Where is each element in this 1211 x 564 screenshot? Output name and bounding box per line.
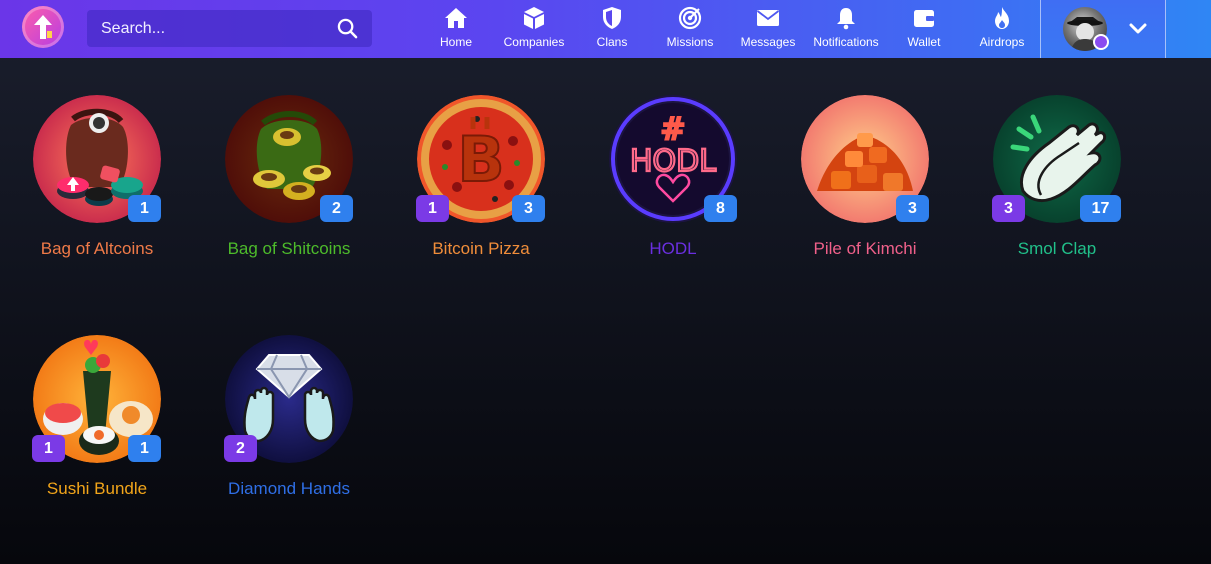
wallet-icon bbox=[914, 10, 934, 27]
badge-name: Pile of Kimchi bbox=[813, 239, 917, 258]
flame-icon bbox=[995, 7, 1009, 29]
svg-text:B: B bbox=[457, 123, 504, 196]
badge-count: 3 bbox=[896, 195, 929, 222]
badge-card[interactable]: 3 Pile of Kimchi bbox=[768, 58, 960, 278]
nav-clans[interactable]: Clans bbox=[572, 0, 652, 58]
badge-card[interactable]: B 1 3 Bitcoin Pizza bbox=[384, 58, 576, 278]
badge-name: HODL bbox=[649, 239, 697, 258]
badge-name: Bitcoin Pizza bbox=[432, 239, 530, 258]
badge-count: 2 bbox=[320, 195, 353, 222]
nav-notifications[interactable]: Notifications bbox=[806, 0, 886, 58]
home-icon bbox=[445, 8, 467, 28]
badge-name: Smol Clap bbox=[1017, 239, 1097, 258]
nav-wallet[interactable]: Wallet bbox=[884, 0, 964, 58]
badge-count-secondary: 3 bbox=[992, 195, 1025, 222]
shield-icon bbox=[603, 7, 621, 29]
badge-count: 17 bbox=[1080, 195, 1121, 222]
search-input[interactable] bbox=[87, 10, 327, 47]
search-icon[interactable] bbox=[337, 18, 358, 39]
badge-card[interactable]: # HODL 8 HODL bbox=[576, 58, 768, 278]
badge-card[interactable]: 3 17 Smol Clap bbox=[960, 58, 1152, 278]
badge-card[interactable]: 1 Bag of Altcoins bbox=[0, 58, 192, 278]
target-icon bbox=[678, 6, 702, 30]
badge-count-secondary: 1 bbox=[416, 195, 449, 222]
cube-icon bbox=[524, 7, 544, 29]
badge-count-secondary: 2 bbox=[224, 435, 257, 462]
profile-menu[interactable] bbox=[1040, 0, 1166, 58]
badge-card[interactable]: 2 Diamond Hands bbox=[192, 298, 384, 518]
badge-count: 1 bbox=[128, 435, 161, 462]
nav-messages[interactable]: Messages bbox=[728, 0, 808, 58]
nav-clans-label: Clans bbox=[596, 35, 628, 49]
nav-notifications-label: Notifications bbox=[813, 35, 879, 49]
top-navigation-bar: Home Companies Clans Missions bbox=[0, 0, 1211, 58]
chevron-down-icon bbox=[1129, 23, 1147, 34]
nav-airdrops[interactable]: Airdrops bbox=[962, 0, 1042, 58]
nav-wallet-label: Wallet bbox=[907, 35, 941, 49]
nav-home-label: Home bbox=[439, 35, 472, 49]
nav-companies[interactable]: Companies bbox=[494, 0, 574, 58]
app-logo[interactable] bbox=[22, 6, 64, 48]
badge-collection: 1 Bag of Altcoins 2 Bag of Shitcoins B 1… bbox=[0, 58, 1211, 564]
svg-text:#: # bbox=[660, 112, 685, 147]
nav-missions[interactable]: Missions bbox=[650, 0, 730, 58]
bell-icon bbox=[837, 8, 855, 30]
badge-card[interactable]: 2 Bag of Shitcoins bbox=[192, 58, 384, 278]
nav-companies-label: Companies bbox=[503, 35, 565, 49]
nav-home[interactable]: Home bbox=[416, 0, 496, 58]
badge-count: 8 bbox=[704, 195, 737, 222]
svg-text:HODL: HODL bbox=[630, 144, 716, 179]
envelope-icon bbox=[756, 10, 780, 26]
badge-name: Bag of Shitcoins bbox=[227, 239, 351, 258]
search-bar bbox=[87, 10, 372, 47]
nav-missions-label: Missions bbox=[666, 35, 714, 49]
nav-messages-label: Messages bbox=[740, 35, 796, 49]
badge-name: Sushi Bundle bbox=[46, 479, 148, 498]
badge-count: 3 bbox=[512, 195, 545, 222]
badge-count: 1 bbox=[128, 195, 161, 222]
avatar-status-badge bbox=[1093, 34, 1109, 50]
badge-count-secondary: 1 bbox=[32, 435, 65, 462]
badge-name: Diamond Hands bbox=[228, 479, 350, 498]
logo-arrow-icon bbox=[34, 15, 52, 39]
badge-name: Bag of Altcoins bbox=[40, 239, 154, 258]
badge-card[interactable]: 1 1 Sushi Bundle bbox=[0, 298, 192, 518]
nav-airdrops-label: Airdrops bbox=[979, 35, 1025, 49]
